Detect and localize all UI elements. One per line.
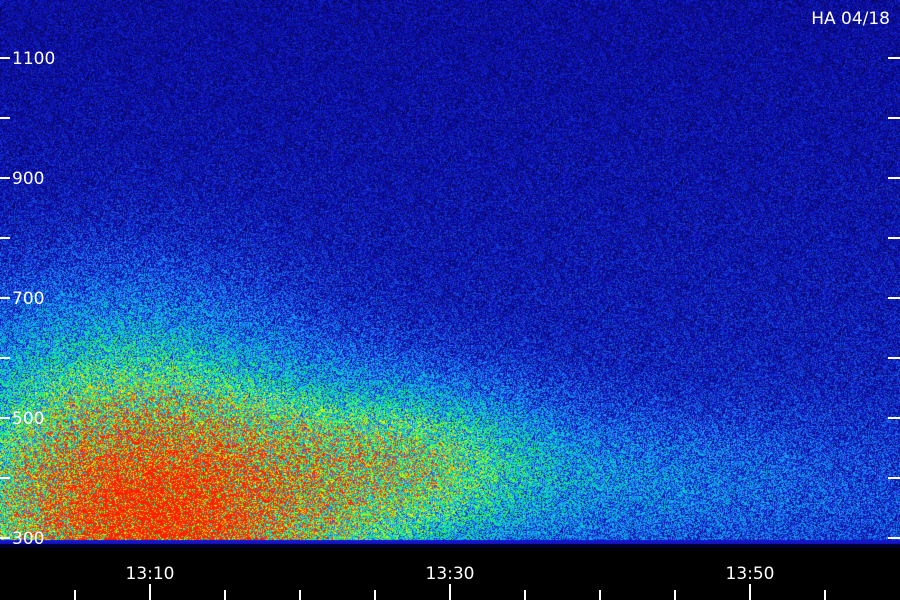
x-tick-label: 13:50 — [726, 564, 775, 584]
y-tick-label: 900 — [12, 169, 44, 189]
y-axis: 300 500 700 900 1100 — [0, 49, 900, 549]
x-tick-label: 13:10 — [126, 564, 175, 584]
chart-axes: HA 04/18 300 500 700 900 1100 13:10 13:30 13:5… — [0, 9, 900, 600]
y-tick-label: 700 — [12, 289, 44, 309]
x-tick-label: 13:30 — [426, 564, 475, 584]
dynamic-spectrum-chart: HA 04/18 300 500 700 900 1100 13:10 13:30 13:5… — [0, 0, 900, 600]
y-tick-label: 1100 — [12, 49, 55, 69]
x-axis: 13:10 13:30 13:50 — [74, 564, 826, 600]
y-tick-label: 500 — [12, 409, 44, 429]
chart-title: HA 04/18 — [811, 9, 890, 29]
y-tick-label: 300 — [12, 529, 44, 549]
